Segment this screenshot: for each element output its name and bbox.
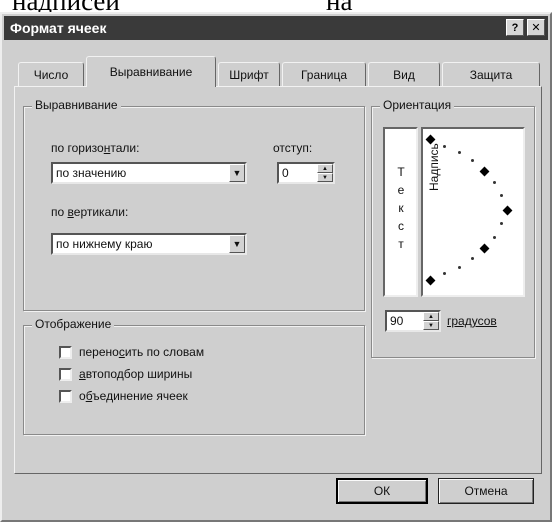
title-bar: Формат ячеек ? ✕ [4, 16, 548, 40]
display-legend: Отображение [32, 317, 115, 331]
vertical-align-select[interactable]: по нижнему краю ▼ [51, 233, 247, 255]
help-button[interactable]: ? [506, 19, 524, 36]
format-cells-dialog: Формат ячеек ? ✕ Число Выравнивание Шриф… [0, 12, 552, 522]
vertical-text-char: Т [397, 165, 405, 179]
tab-number[interactable]: Число [18, 62, 84, 86]
vertical-label: по вертикали: [51, 205, 129, 219]
dial-dot[interactable] [493, 236, 496, 239]
tab-bar: Число Выравнивание Шрифт Граница Вид Защ… [14, 56, 542, 87]
dial-dot[interactable] [471, 159, 474, 162]
shrink-to-fit-checkbox[interactable] [59, 368, 72, 381]
tab-view[interactable]: Вид [368, 62, 440, 86]
merge-cells-checkbox[interactable] [59, 390, 72, 403]
degrees-value[interactable]: 90 [390, 314, 403, 328]
dial-dot[interactable] [500, 194, 503, 197]
dial-marker[interactable] [479, 166, 490, 177]
vertical-text-char: т [398, 237, 404, 251]
dial-dot[interactable] [443, 145, 446, 148]
arrow-up-icon[interactable]: ▲ [317, 164, 333, 173]
dial-dot[interactable] [443, 272, 446, 275]
wrap-text-label[interactable]: переносить по словам [79, 345, 204, 359]
chevron-down-icon[interactable]: ▼ [229, 164, 245, 182]
vertical-text-char: е [397, 183, 405, 197]
indent-label: отступ: [273, 141, 313, 155]
dial-marker[interactable] [479, 243, 490, 254]
alignment-tab-panel: Выравнивание по горизонтали: по значению… [14, 86, 542, 474]
horizontal-label: по горизонтали: [51, 141, 140, 155]
alignment-legend: Выравнивание [32, 98, 121, 112]
tab-font[interactable]: Шрифт [218, 62, 280, 86]
chevron-down-icon[interactable]: ▼ [229, 235, 245, 253]
dial-dot[interactable] [458, 151, 461, 154]
dial-marker[interactable] [425, 275, 436, 286]
close-button[interactable]: ✕ [527, 19, 545, 36]
window-title: Формат ячеек [10, 20, 107, 36]
dial-dot[interactable] [458, 266, 461, 269]
dial-dot[interactable] [500, 222, 503, 225]
display-group: Отображение [23, 317, 365, 435]
cancel-button[interactable]: Отмена [438, 478, 534, 504]
merge-cells-label[interactable]: объединение ячеек [79, 389, 188, 403]
orientation-legend: Ориентация [380, 98, 455, 112]
degrees-label: градусов [447, 314, 497, 328]
arrow-up-icon[interactable]: ▲ [423, 312, 439, 321]
arrow-down-icon[interactable]: ▼ [423, 321, 439, 330]
dial-text: Надпись [427, 143, 441, 191]
horizontal-align-select[interactable]: по значению ▼ [51, 162, 247, 184]
vertical-text-char: к [398, 201, 404, 215]
tab-border[interactable]: Граница [282, 62, 366, 86]
dial-dot[interactable] [471, 257, 474, 260]
dial-marker[interactable] [502, 205, 513, 216]
vertical-text-char: с [398, 219, 404, 233]
dial-dot[interactable] [493, 181, 496, 184]
vertical-text-option[interactable]: Т е к с т [383, 127, 418, 297]
indent-spinner[interactable]: 0 ▲ ▼ [277, 162, 335, 184]
horizontal-align-value: по значению [56, 166, 127, 180]
indent-value[interactable]: 0 [282, 166, 289, 180]
shrink-to-fit-label[interactable]: автоподбор ширины [79, 367, 192, 381]
ok-button[interactable]: ОК [336, 478, 428, 504]
orientation-dial[interactable]: Надпись [421, 127, 525, 297]
arrow-down-icon[interactable]: ▼ [317, 173, 333, 182]
tab-protection[interactable]: Защита [442, 62, 540, 86]
degrees-spinner[interactable]: 90 ▲ ▼ [385, 310, 441, 332]
wrap-text-checkbox[interactable] [59, 346, 72, 359]
tab-alignment[interactable]: Выравнивание [86, 56, 216, 87]
vertical-align-value: по нижнему краю [56, 237, 153, 251]
